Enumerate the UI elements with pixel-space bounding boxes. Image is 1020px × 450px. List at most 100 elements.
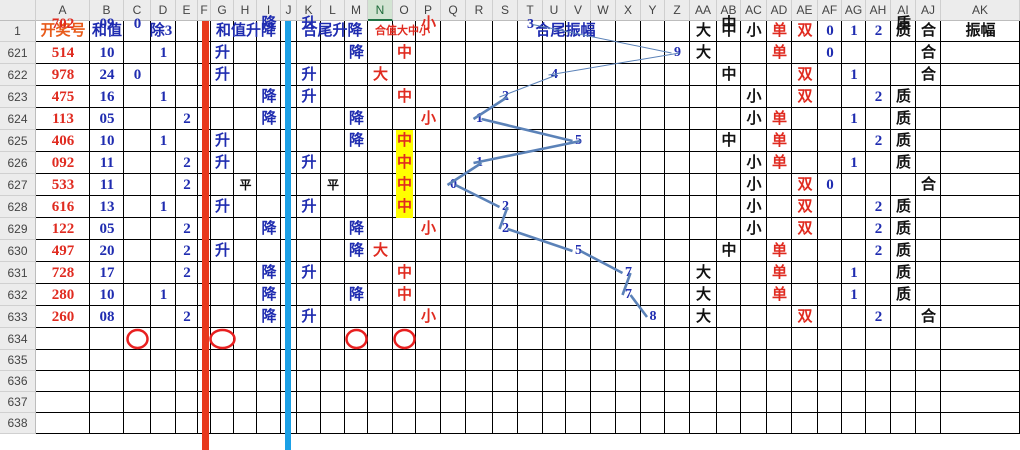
cell-ag-635[interactable] xyxy=(842,350,866,371)
cell-n-633[interactable] xyxy=(368,306,393,328)
cell-aa-624[interactable] xyxy=(690,108,717,130)
row-header-635[interactable]: 635 xyxy=(0,350,36,371)
cell-h-630[interactable] xyxy=(234,240,257,262)
cell-aj-637[interactable] xyxy=(916,392,941,413)
cell-t-631[interactable] xyxy=(518,262,543,284)
cell-e-638[interactable] xyxy=(176,413,198,434)
cell-i-636[interactable] xyxy=(257,371,281,392)
row-header-623[interactable]: 623 xyxy=(0,86,36,108)
cell-ak-630[interactable] xyxy=(941,240,1020,262)
cell-aa-627[interactable] xyxy=(690,174,717,196)
cell-u-628[interactable] xyxy=(543,196,566,218)
cell-k-634[interactable] xyxy=(297,328,321,350)
cell-aa-638[interactable] xyxy=(690,413,717,434)
cell-p-626[interactable] xyxy=(416,152,441,174)
column-header-q[interactable]: Q xyxy=(441,0,466,21)
cell-x-628[interactable] xyxy=(616,196,641,218)
row-header-632[interactable]: 632 xyxy=(0,284,36,306)
cell-ac-625[interactable] xyxy=(741,130,767,152)
cell-e-625[interactable] xyxy=(176,130,198,152)
cell-i-621[interactable] xyxy=(257,42,281,64)
cell-p-630[interactable] xyxy=(416,240,441,262)
cell-x-636[interactable] xyxy=(616,371,641,392)
cell-h-637[interactable] xyxy=(234,392,257,413)
cell-c-621[interactable] xyxy=(124,42,151,64)
cell-x-626[interactable] xyxy=(616,152,641,174)
cell-r-632[interactable] xyxy=(466,284,493,306)
cell-p-621[interactable] xyxy=(416,42,441,64)
cell-t-632[interactable] xyxy=(518,284,543,306)
cell-z-631[interactable] xyxy=(665,262,690,284)
cell-ai-634[interactable] xyxy=(891,328,916,350)
cell-ab-624[interactable] xyxy=(717,108,741,130)
cell-h-623[interactable] xyxy=(234,86,257,108)
cell-r-630[interactable] xyxy=(466,240,493,262)
cell-y-624[interactable] xyxy=(641,108,665,130)
cell-ac-632[interactable] xyxy=(741,284,767,306)
cell-q-629[interactable] xyxy=(441,218,466,240)
cell-v-629[interactable] xyxy=(566,218,591,240)
cell-h-636[interactable] xyxy=(234,371,257,392)
cell-ai-637[interactable] xyxy=(891,392,916,413)
cell-h-629[interactable] xyxy=(234,218,257,240)
cell-r-627[interactable] xyxy=(466,174,493,196)
cell-ai-627[interactable] xyxy=(891,174,916,196)
cell-aj-624[interactable] xyxy=(916,108,941,130)
cell-ad-636[interactable] xyxy=(767,371,792,392)
cell-i-638[interactable] xyxy=(257,413,281,434)
cell-l-633[interactable] xyxy=(321,306,345,328)
cell-w-633[interactable] xyxy=(591,306,616,328)
column-header-d[interactable]: D xyxy=(151,0,176,21)
cell-o-636[interactable] xyxy=(393,371,416,392)
cell-aj-623[interactable] xyxy=(916,86,941,108)
column-header-h[interactable]: H xyxy=(234,0,257,21)
cell-q-622[interactable] xyxy=(441,64,466,86)
cell-w-628[interactable] xyxy=(591,196,616,218)
row-header-638[interactable]: 638 xyxy=(0,413,36,434)
cell-aj-632[interactable] xyxy=(916,284,941,306)
cell-ak-625[interactable] xyxy=(941,130,1020,152)
cell-y-630[interactable] xyxy=(641,240,665,262)
cell-t-630[interactable] xyxy=(518,240,543,262)
cell-af-626[interactable] xyxy=(818,152,842,174)
cell-c-626[interactable] xyxy=(124,152,151,174)
cell-y-628[interactable] xyxy=(641,196,665,218)
cell-m-633[interactable] xyxy=(345,306,368,328)
cell-i-628[interactable] xyxy=(257,196,281,218)
cell-n-624[interactable] xyxy=(368,108,393,130)
cell-o-633[interactable] xyxy=(393,306,416,328)
cell-ak-629[interactable] xyxy=(941,218,1020,240)
cell-v-631[interactable] xyxy=(566,262,591,284)
cell-s-630[interactable] xyxy=(493,240,518,262)
cell-r-622[interactable] xyxy=(466,64,493,86)
cell-b-636[interactable] xyxy=(90,371,124,392)
cell-t-624[interactable] xyxy=(518,108,543,130)
cell-ak-628[interactable] xyxy=(941,196,1020,218)
cell-ag-636[interactable] xyxy=(842,371,866,392)
cell-ad-633[interactable] xyxy=(767,306,792,328)
cell-q-621[interactable] xyxy=(441,42,466,64)
cell-ac-637[interactable] xyxy=(741,392,767,413)
cell-y-632[interactable] xyxy=(641,284,665,306)
cell-t-626[interactable] xyxy=(518,152,543,174)
cell-h-633[interactable] xyxy=(234,306,257,328)
cell-e-635[interactable] xyxy=(176,350,198,371)
cell-i-626[interactable] xyxy=(257,152,281,174)
cell-h-622[interactable] xyxy=(234,64,257,86)
cell-aj-636[interactable] xyxy=(916,371,941,392)
cell-r-623[interactable] xyxy=(466,86,493,108)
column-header-g[interactable]: G xyxy=(211,0,234,21)
cell-l-636[interactable] xyxy=(321,371,345,392)
cell-d-626[interactable] xyxy=(151,152,176,174)
cell-e-637[interactable] xyxy=(176,392,198,413)
column-header-ak[interactable]: AK xyxy=(941,0,1020,21)
cell-b-638[interactable] xyxy=(90,413,124,434)
cell-g-631[interactable] xyxy=(211,262,234,284)
cell-ad-623[interactable] xyxy=(767,86,792,108)
row-header-637[interactable]: 637 xyxy=(0,392,36,413)
cell-ac-633[interactable] xyxy=(741,306,767,328)
cell-w-635[interactable] xyxy=(591,350,616,371)
cell-l-630[interactable] xyxy=(321,240,345,262)
cell-d-636[interactable] xyxy=(151,371,176,392)
cell-g-633[interactable] xyxy=(211,306,234,328)
